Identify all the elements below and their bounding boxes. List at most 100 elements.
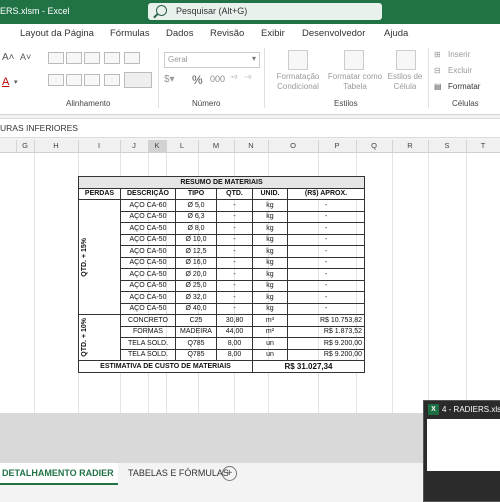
cell: 44,00	[216, 325, 253, 338]
cell: -	[287, 302, 365, 315]
column-header[interactable]: L	[166, 140, 199, 152]
column-header[interactable]: T	[466, 140, 500, 152]
cell: -	[216, 268, 253, 281]
column-header[interactable]: I	[78, 140, 121, 152]
column-header[interactable]: N	[234, 140, 269, 152]
delete-icon[interactable]: ⊟	[434, 66, 441, 75]
group-number-label: Número	[192, 99, 221, 108]
thousands-icon[interactable]: 000	[210, 74, 225, 84]
cell: -	[216, 210, 253, 223]
tab-view[interactable]: Exibir	[261, 28, 285, 39]
sheet-tab-tables-formulas[interactable]: TABELAS E FÓRMULAS	[122, 463, 235, 483]
format-icon[interactable]: ▤	[434, 82, 442, 91]
indent-icon[interactable]	[104, 74, 120, 86]
column-header[interactable]: O	[268, 140, 319, 152]
column-header[interactable]: J	[120, 140, 149, 152]
number-format-select[interactable]: Geral ▾	[164, 52, 260, 68]
cell: Ø 20,0	[175, 268, 217, 281]
group-styles-label: Estilos	[334, 99, 358, 108]
percent-icon[interactable]: %	[192, 73, 203, 87]
group-alignment-label: Alinhamento	[66, 99, 111, 108]
cell: TELA SOLD.	[120, 348, 176, 361]
header-type: TIPO	[175, 187, 217, 200]
tab-help[interactable]: Ajuda	[384, 28, 408, 39]
cell: m²	[252, 325, 288, 338]
cell: kg	[252, 222, 288, 235]
conditional-format-icon[interactable]	[288, 50, 308, 70]
search-box[interactable]: Pesquisar (Alt+G)	[148, 3, 382, 20]
cell: Q785	[175, 348, 217, 361]
cell: -	[287, 222, 365, 235]
format-button[interactable]: Formatar	[448, 82, 480, 91]
wrap-text-icon[interactable]	[124, 52, 140, 64]
cell: un	[252, 348, 288, 361]
table-row: AÇO CA-50 Ø 12,5- kg -	[79, 245, 365, 258]
cell: CONCRETO	[120, 314, 176, 327]
cell: un	[252, 337, 288, 350]
window-title: ERS.xlsm - Excel	[0, 6, 70, 16]
increase-decimal-icon[interactable]: ⁺⁰	[230, 74, 237, 83]
tab-developer[interactable]: Desenvolvedor	[302, 28, 365, 39]
orientation-icon[interactable]	[104, 52, 120, 64]
column-header[interactable]: P	[318, 140, 357, 152]
cell: Q785	[175, 337, 217, 350]
taskbar-thumbnail[interactable]: X 4 - RADIERS.xlsm	[423, 400, 500, 502]
tab-formulas[interactable]: Fórmulas	[110, 28, 150, 39]
cell: kg	[252, 245, 288, 258]
sheet-tab-detail-radier[interactable]: DETALHAMENTO RADIER	[0, 463, 118, 485]
formula-bar-text: URAS INFERIORES	[0, 123, 78, 133]
table-row: TELA SOLD. Q785 8,00 un R$ 9.200,00	[79, 337, 365, 350]
tab-page-layout[interactable]: Layout da Página	[20, 28, 94, 39]
insert-icon[interactable]: ⊞	[434, 50, 441, 59]
ribbon-separator	[428, 48, 429, 108]
table-row: AÇO CA-50 Ø 20,0- kg -	[79, 268, 365, 281]
table-row: AÇO CA-50 Ø 40,0- kg -	[79, 302, 365, 315]
align-bottom-icon[interactable]	[84, 52, 100, 64]
cell: -	[287, 245, 365, 258]
formula-bar[interactable]: URAS INFERIORES	[0, 118, 500, 138]
font-color-icon[interactable]: A	[2, 76, 9, 88]
font-grow-icon[interactable]: A˄	[2, 52, 15, 63]
delete-button[interactable]: Excluir	[448, 66, 472, 75]
decrease-decimal-icon[interactable]: ⁻⁰	[244, 74, 251, 83]
column-header-blank	[0, 140, 17, 152]
cell: -	[287, 210, 365, 223]
align-right-icon[interactable]	[84, 74, 100, 86]
cell-styles-button[interactable]: Estilos de Célula	[384, 72, 426, 92]
cell-styles-icon[interactable]	[396, 50, 416, 70]
align-center-icon[interactable]	[66, 74, 82, 86]
format-table-button[interactable]: Formatar como Tabela	[326, 72, 384, 92]
column-header[interactable]: S	[428, 140, 467, 152]
table-row: AÇO CA-50 Ø 16,0- kg -	[79, 256, 365, 269]
format-table-icon[interactable]	[344, 50, 364, 70]
align-middle-icon[interactable]	[66, 52, 82, 64]
column-header[interactable]: R	[392, 140, 429, 152]
column-header[interactable]: G	[16, 140, 35, 152]
column-header[interactable]: H	[34, 140, 79, 152]
align-left-icon[interactable]	[48, 74, 64, 86]
column-header[interactable]: Q	[356, 140, 393, 152]
conditional-format-button[interactable]: Formatação Condicional	[272, 72, 324, 92]
cell: Ø 32,0	[175, 291, 217, 304]
tab-data[interactable]: Dados	[166, 28, 193, 39]
cell: AÇO CA-50	[120, 256, 176, 269]
cell: C25	[175, 314, 217, 327]
merge-center-icon[interactable]	[124, 72, 152, 88]
cell: AÇO CA-50	[120, 233, 176, 246]
font-shrink-icon[interactable]: A˅	[20, 52, 31, 62]
align-top-icon[interactable]	[48, 52, 64, 64]
add-sheet-button[interactable]: +	[222, 466, 237, 481]
currency-icon[interactable]: $▾	[164, 74, 175, 85]
dropdown-icon[interactable]: ▾	[14, 78, 18, 86]
cell: -	[216, 233, 253, 246]
insert-button[interactable]: Inserir	[448, 50, 470, 59]
cell: AÇO CA-50	[120, 302, 176, 315]
cell: TELA SOLD.	[120, 337, 176, 350]
column-header[interactable]: K	[148, 140, 167, 152]
column-header[interactable]: M	[198, 140, 235, 152]
cell: kg	[252, 268, 288, 281]
table-title: RESUMO DE MATERIAIS	[78, 176, 365, 189]
ribbon-separator	[264, 48, 265, 108]
tab-review[interactable]: Revisão	[210, 28, 244, 39]
total-row: ESTIMATIVA DE CUSTO DE MATERIAIS R$ 31.0…	[78, 360, 365, 373]
